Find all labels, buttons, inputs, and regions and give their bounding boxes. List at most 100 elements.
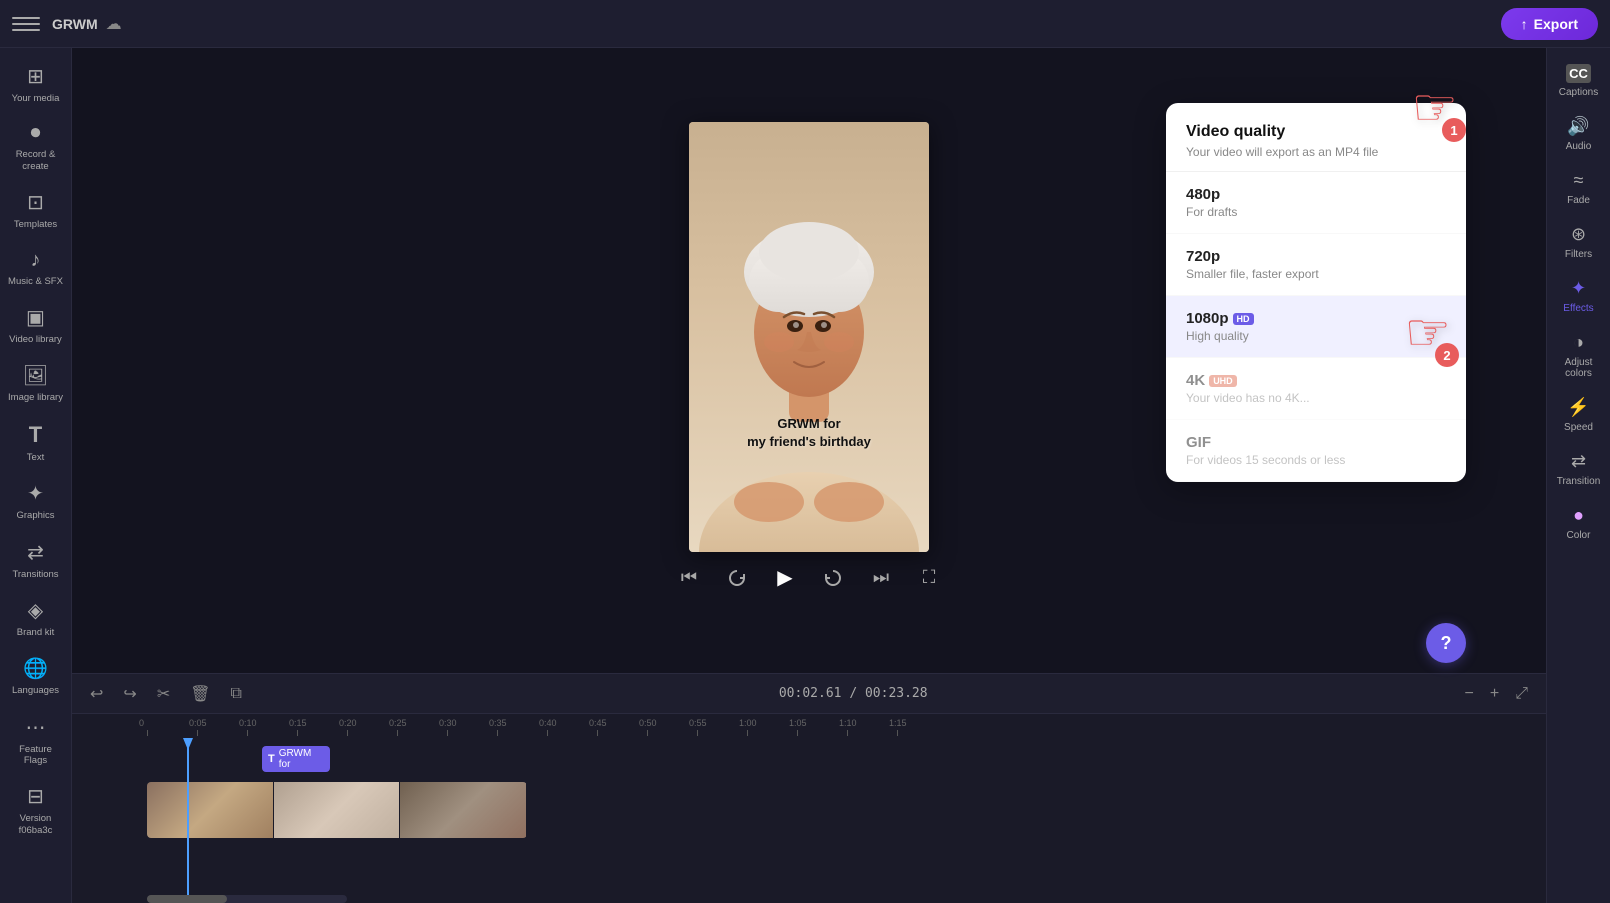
fade-icon: ≈ [1574, 170, 1584, 191]
sidebar-item-filters[interactable]: ⊛ Filters [1551, 216, 1607, 268]
export-upload-icon: ↑ [1521, 16, 1528, 32]
expand-timeline-button[interactable]: ⤢ [1509, 681, 1534, 707]
quality-option-1080p[interactable]: 1080p HD High quality [1166, 296, 1466, 358]
quality-popup-header: Video quality Your video will export as … [1166, 103, 1466, 172]
topbar: GRWM ☁ ↑ Export [0, 0, 1610, 48]
music-sfx-icon: ♪ [31, 249, 41, 272]
sidebar-item-version[interactable]: ⊟ Version f06ba3c [4, 776, 68, 844]
languages-icon: 🌐 [23, 656, 48, 681]
skip-to-end-button[interactable]: ⏭ [865, 562, 897, 594]
sidebar-label-color: Color [1567, 530, 1591, 541]
sidebar-item-music-sfx[interactable]: ♪ Music & SFX [4, 241, 68, 295]
audio-icon: 🔊 [1567, 116, 1589, 137]
sidebar-item-transitions[interactable]: ⇄ Transitions [4, 532, 68, 588]
sidebar-item-fade[interactable]: ≈ Fade [1551, 162, 1607, 214]
timeline-tracks: T GRWM for [72, 738, 1546, 895]
sidebar-item-video-library[interactable]: ▣ Video library [4, 297, 68, 353]
sidebar-label-speed: Speed [1564, 422, 1593, 433]
transitions-icon: ⇄ [27, 540, 44, 565]
quality-option-4k: 4K UHD Your video has no 4K... [1166, 358, 1466, 420]
video-clip[interactable] [147, 782, 527, 838]
hamburger-menu-button[interactable] [12, 10, 40, 38]
cut-button[interactable]: ✂ [151, 680, 176, 708]
text-track-row: T GRWM for [72, 742, 1546, 778]
video-track-row [72, 778, 1546, 842]
sidebar-label-audio: Audio [1566, 141, 1592, 152]
skip-to-start-button[interactable]: ⏮ [673, 562, 705, 594]
video-overlay-line1: GRWM for [777, 416, 840, 431]
timeline-scrollbar[interactable] [72, 895, 1546, 903]
sidebar-label-text: Text [27, 452, 44, 463]
sidebar-item-color[interactable]: ● Color [1551, 497, 1607, 549]
sidebar-label-transition: Transition [1557, 476, 1601, 487]
sidebar-item-transition[interactable]: ⇄ Transition [1551, 443, 1607, 495]
timeline-toolbar: ↩ ↪ ✂ 🗑 ⧉ 00:02.61 / 00:23.28 − + ⤢ [72, 674, 1546, 714]
project-title: GRWM [52, 16, 98, 32]
delete-button[interactable]: 🗑 [184, 680, 216, 708]
quality-label-1080p: 1080p HD [1186, 310, 1446, 327]
main-area: ⊞ Your media ⏺ Record &create ⊡ Template… [0, 48, 1610, 903]
sidebar-item-image-library[interactable]: 🖼 Image library [4, 355, 68, 411]
thumb-segment-3 [400, 782, 527, 838]
sidebar-label-fade: Fade [1567, 195, 1590, 206]
sidebar-label-filters: Filters [1565, 249, 1592, 260]
record-create-icon: ⏺ [31, 122, 41, 145]
play-pause-button[interactable]: ▶ [769, 562, 801, 594]
undo-button[interactable]: ↩ [84, 680, 109, 708]
sidebar-label-captions: Captions [1559, 87, 1598, 98]
text-clip[interactable]: T GRWM for [262, 746, 330, 772]
sidebar-item-feature-flags[interactable]: ⋯ Feature Flags [4, 707, 68, 775]
forward-button[interactable] [817, 562, 849, 594]
hd-badge: HD [1233, 313, 1254, 325]
export-button[interactable]: ↑ Export [1501, 8, 1598, 40]
sidebar-item-adjust-colors[interactable]: ◑ Adjust colors [1551, 324, 1607, 387]
color-icon: ● [1573, 505, 1584, 526]
templates-icon: ⊡ [27, 190, 44, 215]
sidebar-item-captions[interactable]: CC Captions [1551, 56, 1607, 106]
quality-label-4k: 4K UHD [1186, 372, 1446, 389]
sidebar-label-version: Version f06ba3c [8, 813, 64, 836]
brand-kit-icon: ◈ [28, 598, 43, 623]
sidebar-item-record-create[interactable]: ⏺ Record &create [4, 114, 68, 180]
duplicate-button[interactable]: ⧉ [225, 681, 248, 707]
sidebar-item-audio[interactable]: 🔊 Audio [1551, 108, 1607, 160]
sidebar-item-your-media[interactable]: ⊞ Your media [4, 56, 68, 112]
video-overlay-line2: my friend's birthday [747, 434, 871, 449]
graphics-icon: ✦ [27, 481, 44, 506]
help-button[interactable]: ? [1426, 623, 1466, 663]
time-separator: / [849, 686, 865, 701]
sidebar-item-brand-kit[interactable]: ◈ Brand kit [4, 590, 68, 646]
sidebar-item-text[interactable]: T Text [4, 414, 68, 471]
quality-desc-480p: For drafts [1186, 205, 1446, 219]
playhead[interactable] [187, 738, 189, 895]
quality-popup-subtitle: Your video will export as an MP4 file [1186, 145, 1446, 159]
quality-label-720p: 720p [1186, 248, 1446, 265]
center-content: GRWM for my friend's birthday ⏮ ▶ [72, 48, 1546, 903]
export-label: Export [1534, 16, 1578, 32]
rewind-button[interactable] [721, 562, 753, 594]
quality-popup-title: Video quality [1186, 123, 1446, 141]
video-library-icon: ▣ [26, 305, 45, 330]
quality-option-gif: GIF For videos 15 seconds or less [1166, 420, 1466, 482]
sidebar-item-graphics[interactable]: ✦ Graphics [4, 473, 68, 529]
fullscreen-button[interactable]: ⛶ [913, 562, 945, 594]
sidebar-item-effects[interactable]: ✦ Effects [1551, 270, 1607, 322]
sidebar-item-speed[interactable]: ⚡ Speed [1551, 389, 1607, 441]
sidebar-label-languages: Languages [12, 685, 59, 696]
quality-option-720p[interactable]: 720p Smaller file, faster export [1166, 234, 1466, 296]
sidebar-item-templates[interactable]: ⊡ Templates [4, 182, 68, 238]
video-frame-inner: GRWM for my friend's birthday [689, 122, 929, 552]
text-clip-type-icon: T [268, 753, 275, 765]
redo-button[interactable]: ↪ [117, 680, 142, 708]
quality-desc-1080p: High quality [1186, 329, 1446, 343]
quality-option-480p[interactable]: 480p For drafts [1166, 172, 1466, 234]
sidebar-item-languages[interactable]: 🌐 Languages [4, 648, 68, 704]
filters-icon: ⊛ [1571, 224, 1586, 245]
effects-icon: ✦ [1571, 278, 1586, 299]
zoom-out-button[interactable]: − [1459, 681, 1480, 707]
timeline-area: ↩ ↪ ✂ 🗑 ⧉ 00:02.61 / 00:23.28 − + ⤢ [72, 673, 1546, 903]
timeline-scroll-thumb[interactable] [147, 895, 227, 903]
captions-icon: CC [1566, 64, 1591, 83]
help-label: ? [1441, 633, 1452, 654]
zoom-in-button[interactable]: + [1484, 681, 1505, 707]
